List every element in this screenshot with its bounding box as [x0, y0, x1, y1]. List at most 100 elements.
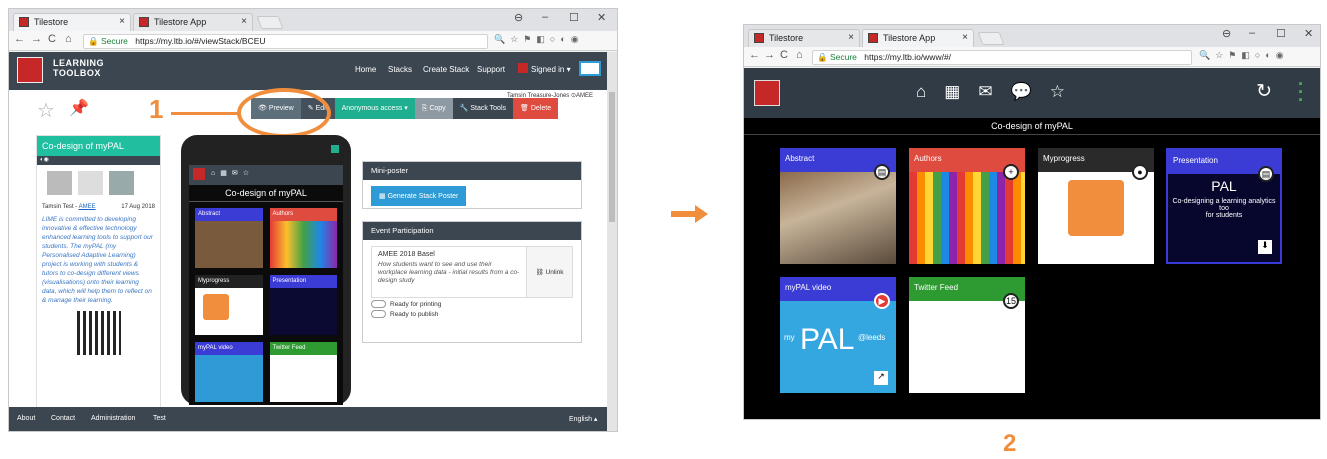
phone-tile-authors[interactable]: Authors: [269, 208, 337, 268]
refresh-icon[interactable]: ↻: [1256, 80, 1272, 103]
tab-tilestore[interactable]: Tilestore ×: [13, 13, 131, 31]
delete-button[interactable]: 🗑 Delete: [513, 98, 559, 119]
minimize-icon[interactable]: –: [542, 11, 548, 23]
back-icon[interactable]: ←: [14, 33, 25, 45]
nav-stacks[interactable]: Stacks: [388, 65, 412, 74]
video-brand: PAL: [800, 323, 855, 356]
back-icon[interactable]: ←: [749, 49, 760, 61]
stack-thumbnails: [37, 165, 160, 201]
tile-myprogress[interactable]: Myprogress ●: [1038, 148, 1154, 264]
download-icon[interactable]: ⬇: [1258, 240, 1272, 254]
nav-home[interactable]: Home: [355, 65, 376, 74]
tilestore-favicon-icon: [19, 17, 29, 27]
close-tab-icon[interactable]: ×: [962, 30, 968, 46]
forward-icon[interactable]: →: [764, 49, 775, 61]
stack-card-subbar: ◐◉: [37, 156, 160, 165]
signed-in-menu[interactable]: Signed in ▾: [531, 65, 571, 74]
close-tab-icon[interactable]: ×: [119, 14, 125, 30]
transition-arrow: [671, 211, 697, 217]
tab-tilestore[interactable]: Tilestore ×: [748, 29, 860, 47]
tile-abstract[interactable]: Abstract ▤: [780, 148, 896, 264]
reload-icon[interactable]: C: [48, 33, 56, 45]
footer-administration[interactable]: Administration: [91, 415, 135, 422]
home-icon[interactable]: ⌂: [916, 82, 926, 102]
page-content: LEARNING TOOLBOX Home Stacks Create Stac…: [9, 52, 617, 431]
close-window-icon[interactable]: ✕: [1304, 27, 1313, 40]
nav-support[interactable]: Support: [477, 65, 505, 74]
phone-tile-abstract[interactable]: Abstract: [195, 208, 263, 268]
home-icon[interactable]: ⌂: [796, 49, 803, 61]
chat-icon[interactable]: 💬: [1011, 82, 1032, 102]
phone-tile-presentation[interactable]: Presentation: [269, 275, 337, 335]
anonymous-access-dropdown[interactable]: Anonymous access ▾: [334, 98, 415, 119]
language-select[interactable]: English ▴: [569, 415, 597, 423]
maximize-icon[interactable]: ☐: [1276, 27, 1286, 40]
profile-icon[interactable]: ⊖: [1222, 27, 1231, 40]
phone-tile-twitter-feed[interactable]: Twitter Feed: [269, 342, 337, 402]
tilestore-favicon-icon: [754, 33, 764, 43]
home-icon[interactable]: ⌂: [65, 33, 72, 45]
reload-icon[interactable]: C: [780, 49, 788, 61]
extension-icons[interactable]: 🔍☆⚑◧○◐◉: [494, 34, 584, 45]
battery-icon: [331, 145, 339, 153]
tile-mypal-video[interactable]: myPAL video ▶ my PAL @leeds ↗: [780, 277, 896, 393]
stack-date: 17 Aug 2018: [121, 204, 155, 210]
ready-for-printing-toggle[interactable]: Ready for printing: [371, 300, 573, 308]
nav-create-stack[interactable]: Create Stack: [423, 65, 469, 74]
tile-twitter-feed[interactable]: Twitter Feed 15: [909, 277, 1025, 393]
address-bar-row: ← → C ⌂ 🔒 Secure https://my.ltb.io/#/vie…: [9, 31, 617, 51]
footer-contact[interactable]: Contact: [51, 415, 75, 422]
ltb-logo-icon[interactable]: [17, 57, 43, 83]
mail-icon[interactable]: ✉: [978, 82, 992, 102]
callout-number-1: 1: [149, 94, 164, 124]
tab-tilestore-app[interactable]: Tilestore App ×: [862, 29, 974, 47]
tilestore-app-favicon-icon: [139, 17, 149, 27]
phone-tile-grid: Abstract Authors Myprogress Presentation…: [189, 202, 343, 405]
close-tab-icon[interactable]: ×: [241, 14, 247, 30]
new-tab-button[interactable]: [256, 16, 284, 29]
author-link[interactable]: AMEE: [79, 204, 96, 210]
new-tab-button[interactable]: [977, 32, 1005, 45]
url-field[interactable]: 🔒 Secure https://my.ltb.io/www/#/: [812, 50, 1192, 65]
url-field[interactable]: 🔒 Secure https://my.ltb.io/#/viewStack/B…: [83, 34, 488, 49]
phone-tile-mypal-video[interactable]: myPAL video: [195, 342, 263, 402]
pin-icon[interactable]: 📌: [69, 98, 89, 118]
extension-icons[interactable]: 🔍☆⚑◧○◐◉: [1199, 50, 1289, 61]
external-link-icon[interactable]: ↗: [874, 371, 888, 385]
generate-stack-poster-button[interactable]: ▦ Generate Stack Poster: [371, 186, 467, 206]
close-tab-icon[interactable]: ×: [848, 30, 854, 46]
lock-icon: 🔒: [88, 36, 99, 46]
stack-tools-button[interactable]: 🔧 Stack Tools: [452, 98, 514, 119]
star-icon[interactable]: ☆: [1050, 82, 1065, 102]
tab-tilestore-app[interactable]: Tilestore App ×: [133, 13, 253, 31]
footer-about[interactable]: About: [17, 415, 35, 422]
ready-to-publish-toggle[interactable]: Ready to publish: [371, 310, 573, 318]
maximize-icon[interactable]: ☐: [569, 11, 579, 24]
stack-card-title: Co-design of myPAL: [37, 136, 160, 156]
myprogress-logo-icon: [1068, 180, 1124, 236]
qr-code-icon[interactable]: ▦: [944, 82, 960, 102]
forward-icon[interactable]: →: [31, 33, 42, 45]
tile-authors[interactable]: Authors +: [909, 148, 1025, 264]
star-icon[interactable]: ☆: [37, 98, 55, 123]
site-footer: About Contact Administration Test Englis…: [9, 407, 607, 431]
phone-tile-myprogress[interactable]: Myprogress: [195, 275, 263, 335]
bullet-icon: ●: [1132, 164, 1148, 180]
tile-presentation[interactable]: Presentation ▤ PAL Co-designing a learni…: [1166, 148, 1282, 264]
tab-strip: Tilestore × Tilestore App × ⊖ – ☐ ✕: [744, 25, 1320, 47]
browser-window-stack-editor: Tilestore × Tilestore App × ⊖ – ☐ ✕ ← → …: [8, 8, 618, 432]
scrollbar-thumb[interactable]: [609, 92, 615, 222]
more-menu-icon[interactable]: · · ·: [1298, 75, 1304, 109]
unlink-button[interactable]: ⛓ Unlink: [526, 247, 572, 297]
abstract-photo: [780, 172, 896, 264]
document-icon: ▤: [1258, 166, 1274, 182]
minimize-icon[interactable]: –: [1249, 27, 1255, 39]
footer-test[interactable]: Test: [153, 415, 166, 422]
ltb-logo-icon[interactable]: [754, 80, 780, 106]
site-header: LEARNING TOOLBOX Home Stacks Create Stac…: [9, 52, 607, 90]
tab-strip: Tilestore × Tilestore App × ⊖ – ☐ ✕: [9, 9, 617, 31]
close-window-icon[interactable]: ✕: [597, 11, 606, 24]
page-scrollbar[interactable]: [607, 52, 617, 431]
copy-button[interactable]: ⎘ Copy: [414, 98, 453, 119]
profile-icon[interactable]: ⊖: [514, 11, 523, 24]
